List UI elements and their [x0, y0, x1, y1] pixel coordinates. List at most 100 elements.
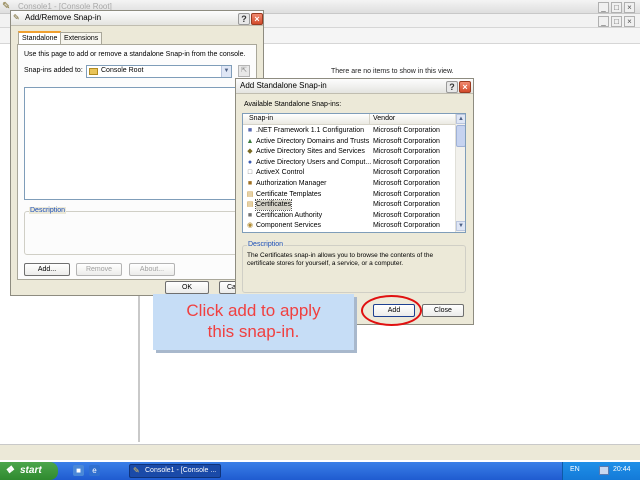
description-text: The Certificates snap-in allows you to b…: [247, 252, 434, 267]
description-group: Description The Certificates snap-in all…: [242, 241, 466, 293]
up-one-level-icon[interactable]: ⇱: [238, 65, 250, 77]
activex-icon: □: [247, 169, 253, 177]
instruction-line-2: this snap-in.: [207, 322, 300, 341]
list-scrollbar[interactable]: ▲ ▼: [455, 114, 465, 232]
list-item[interactable]: ■ Certification Authority Microsoft Corp…: [243, 211, 455, 222]
list-item[interactable]: ▤ Certificate Templates Microsoft Corpor…: [243, 190, 455, 201]
available-snapins-list[interactable]: Snap-in Vendor ■ .NET Framework 1.1 Conf…: [242, 113, 466, 233]
instruction-callout: Click add to apply this snap-in.: [153, 294, 354, 350]
ok-button[interactable]: OK: [165, 281, 209, 294]
description-group: Description: [24, 207, 252, 255]
snapin-vendor: Microsoft Corporation: [373, 179, 440, 187]
ca-icon: ■: [247, 211, 253, 219]
snapin-vendor: Microsoft Corporation: [373, 211, 440, 219]
windows-logo-icon: ❖: [5, 465, 14, 476]
mmc-task-icon: ✎: [133, 466, 140, 475]
snapins-added-to-label: Snap-ins added to:: [24, 67, 83, 74]
child-restore-icon[interactable]: □: [611, 16, 622, 27]
snapin-name: Active Directory Sites and Services: [256, 148, 365, 156]
list-item[interactable]: ■ .NET Framework 1.1 Configuration Micro…: [243, 126, 455, 137]
description-label: Description: [247, 241, 285, 248]
available-snapins-label: Available Standalone Snap-ins:: [244, 101, 342, 108]
system-tray: EN 20:44: [562, 462, 640, 480]
snapin-vendor: Microsoft Corporation: [373, 137, 440, 145]
authorization-icon: ■: [247, 179, 253, 187]
remove-button[interactable]: Remove: [76, 263, 122, 276]
list-header: Snap-in Vendor: [243, 114, 455, 125]
close-icon[interactable]: ×: [624, 2, 635, 13]
start-label: start: [20, 465, 42, 476]
help-icon[interactable]: ?: [238, 13, 250, 25]
language-indicator[interactable]: EN: [570, 466, 580, 473]
add-remove-snapin-dialog: ✎ Add/Remove Snap-in ? × Standalone Exte…: [10, 10, 264, 296]
snapin-vendor: Microsoft Corporation: [373, 158, 440, 166]
child-close-icon[interactable]: ×: [624, 16, 635, 27]
close-icon[interactable]: ×: [251, 13, 263, 25]
snapin-name: Certificate Templates: [256, 190, 322, 198]
snapin-name: Active Directory Users and Comput...: [256, 158, 372, 166]
minimize-icon[interactable]: _: [598, 2, 609, 13]
snapin-name: Authorization Manager: [256, 179, 327, 187]
list-item[interactable]: ◆ Active Directory Sites and Services Mi…: [243, 147, 455, 158]
snapin-vendor: Microsoft Corporation: [373, 148, 440, 156]
empty-list-text: There are no items to show in this view.: [331, 68, 454, 75]
show-desktop-icon[interactable]: ■: [73, 465, 84, 476]
snapin-app-icon: ✎: [13, 13, 20, 22]
taskbar: ❖ start ■ e ✎ Console1 - [Console ... EN…: [0, 462, 640, 480]
internet-explorer-icon[interactable]: e: [89, 465, 100, 476]
certificate-icon: ▤: [246, 201, 254, 209]
list-item[interactable]: ◉ Component Services Microsoft Corporati…: [243, 221, 455, 232]
scroll-down-icon[interactable]: ▼: [456, 221, 465, 231]
chevron-down-icon[interactable]: ▼: [221, 66, 231, 77]
tab-standalone[interactable]: Standalone: [18, 31, 62, 44]
standalone-titlebar: Add Standalone Snap-in ? ×: [236, 79, 473, 94]
close-button[interactable]: Close: [422, 304, 464, 317]
maximize-icon[interactable]: □: [611, 2, 622, 13]
task-label: Console1 - [Console ...: [145, 467, 217, 474]
column-header-vendor[interactable]: Vendor: [373, 115, 395, 122]
users-icon: ●: [247, 158, 253, 166]
standalone-tab-panel: Use this page to add or remove a standal…: [17, 44, 257, 280]
snapins-added-to-value: Console Root: [101, 67, 144, 74]
snapin-vendor: Microsoft Corporation: [373, 190, 440, 198]
snapins-added-to-select[interactable]: Console Root ▼: [86, 65, 232, 78]
list-item[interactable]: ■ Authorization Manager Microsoft Corpor…: [243, 179, 455, 190]
added-snapins-list[interactable]: [24, 87, 252, 200]
scroll-thumb[interactable]: [456, 125, 465, 147]
list-item[interactable]: ▲ Active Directory Domains and Trusts Mi…: [243, 137, 455, 148]
list-item-selected[interactable]: ▤ Certificates Microsoft Corporation: [243, 199, 455, 212]
template-icon: ▤: [246, 190, 254, 198]
instruction-text: Click add to apply this snap-in.: [153, 300, 354, 342]
scroll-up-icon[interactable]: ▲: [456, 114, 465, 124]
close-icon[interactable]: ×: [459, 81, 471, 93]
snapin-vendor: Microsoft Corporation: [373, 222, 440, 230]
column-divider[interactable]: [369, 114, 370, 125]
component-icon: ◉: [246, 222, 254, 230]
instruction-line-1: Click add to apply: [186, 301, 321, 320]
tab-extensions[interactable]: Extensions: [60, 32, 103, 44]
clock: 20:44: [613, 466, 631, 473]
child-minimize-icon[interactable]: _: [598, 16, 609, 27]
list-item[interactable]: □ ActiveX Control Microsoft Corporation: [243, 168, 455, 179]
add-remove-titlebar: ✎ Add/Remove Snap-in ? ×: [11, 11, 263, 26]
add-standalone-snapin-dialog: Add Standalone Snap-in ? × Available Sta…: [235, 78, 474, 325]
column-header-snapin[interactable]: Snap-in: [249, 115, 273, 122]
add-button[interactable]: Add...: [24, 263, 70, 276]
standalone-title: Add Standalone Snap-in: [240, 81, 327, 90]
console-statusbar: [0, 444, 640, 460]
snapin-name: Active Directory Domains and Trusts: [256, 137, 370, 145]
list-item[interactable]: ● Active Directory Users and Comput... M…: [243, 158, 455, 169]
start-button[interactable]: ❖ start: [0, 462, 58, 480]
sites-icon: ◆: [247, 148, 253, 156]
about-button[interactable]: About...: [129, 263, 175, 276]
taskbar-item-console[interactable]: ✎ Console1 - [Console ...: [129, 464, 221, 478]
network-icon[interactable]: [599, 466, 609, 475]
snapin-vendor: Microsoft Corporation: [373, 127, 440, 134]
highlight-ellipse: [361, 295, 422, 326]
snapin-vendor: Microsoft Corporation: [373, 169, 440, 177]
description-label: Description: [29, 207, 67, 214]
help-icon[interactable]: ?: [446, 81, 458, 93]
snapin-name: Component Services: [256, 222, 321, 230]
net-icon: ■: [247, 127, 253, 134]
folder-icon: [89, 68, 98, 75]
